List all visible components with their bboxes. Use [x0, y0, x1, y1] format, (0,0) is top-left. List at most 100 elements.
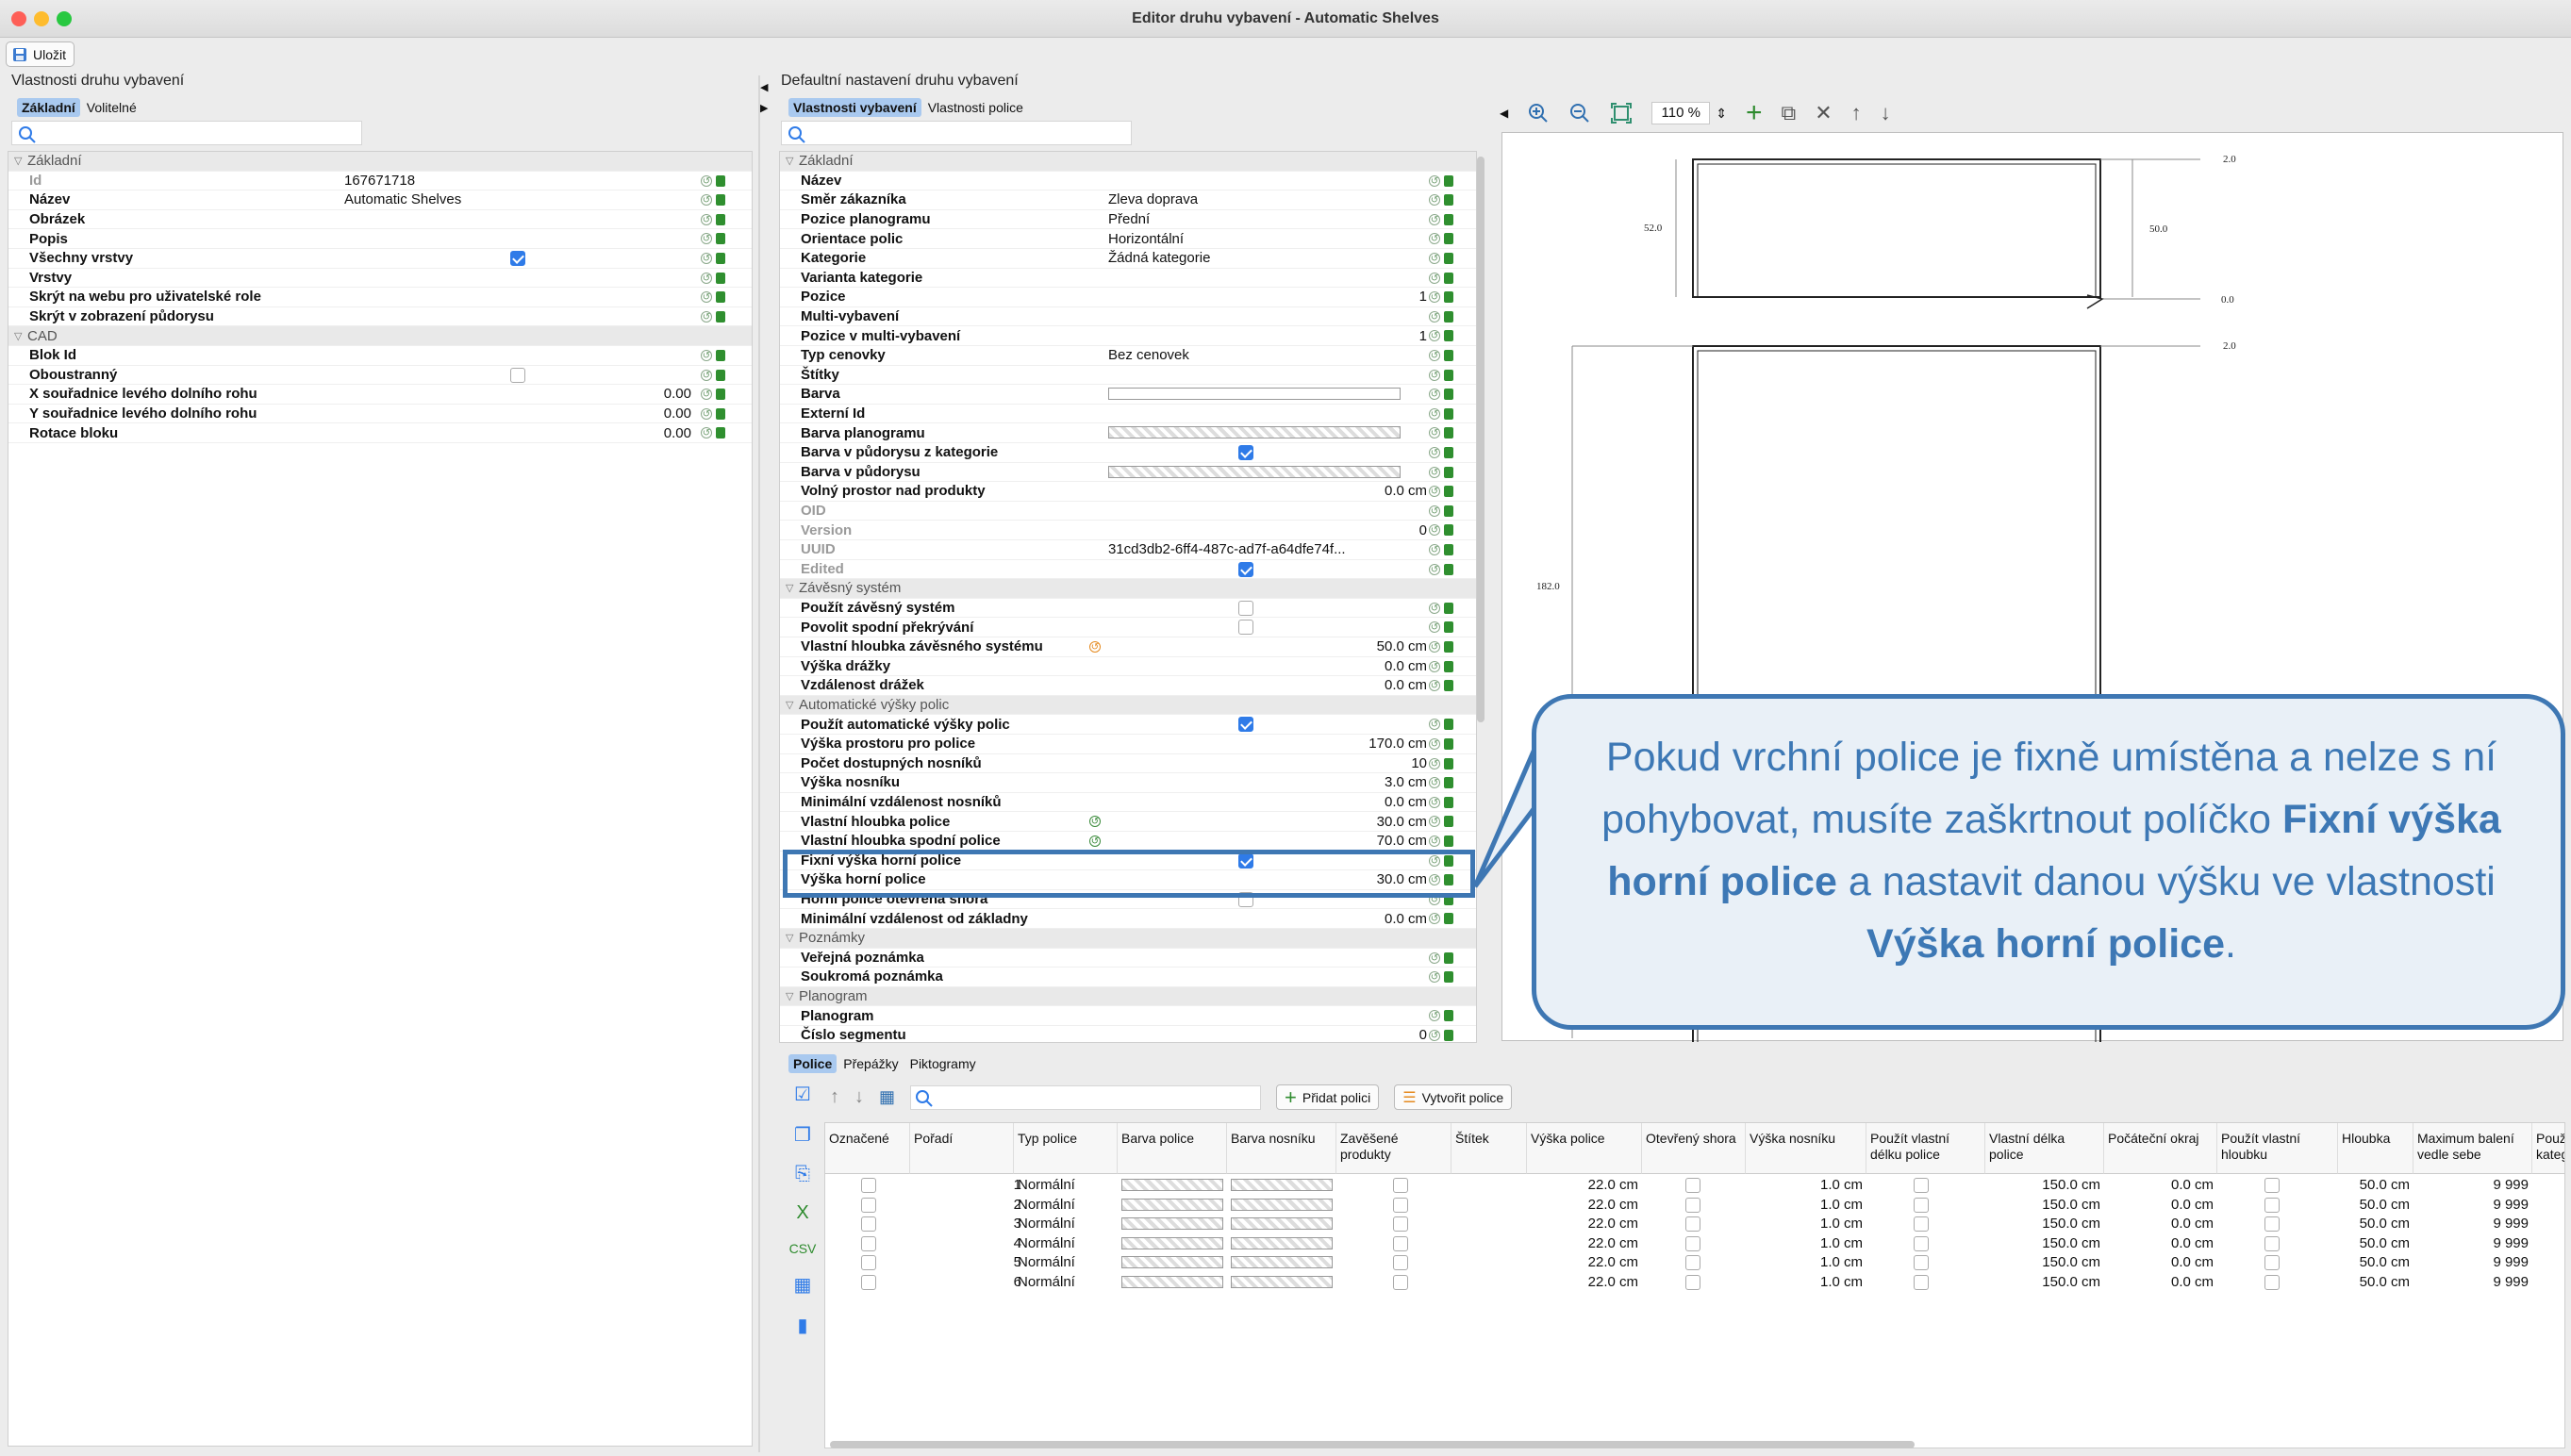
- pin-icon[interactable]: [1444, 971, 1453, 984]
- reset-icon[interactable]: ↺: [1429, 194, 1440, 207]
- property-row[interactable]: Výška nosníku 3.0 cm ↺: [780, 773, 1476, 793]
- column-header[interactable]: Barva police: [1118, 1123, 1227, 1174]
- property-checkbox[interactable]: [1238, 600, 1253, 616]
- paste-icon[interactable]: ⎘: [795, 1164, 810, 1185]
- reset-icon[interactable]: ↺: [1429, 738, 1440, 750]
- pin-icon[interactable]: [1444, 777, 1453, 789]
- chevron-down-icon[interactable]: ▽: [14, 330, 22, 342]
- column-header[interactable]: Výška nosníku: [1746, 1123, 1866, 1174]
- property-checkbox[interactable]: [1238, 620, 1253, 636]
- property-checkbox[interactable]: [1238, 445, 1253, 460]
- tab-vlastnosti-vybaveni[interactable]: Vlastnosti vybavení: [788, 98, 921, 117]
- pin-icon[interactable]: [1444, 486, 1453, 498]
- reset-icon[interactable]: ↺: [1429, 1010, 1440, 1022]
- table-row[interactable]: 6 Normální 22.0 cm 1.0 cm 150.0 cm 0.0 cm 50.0…: [825, 1273, 2564, 1293]
- chevron-down-icon[interactable]: ▽: [786, 699, 793, 711]
- row-checkbox[interactable]: [1685, 1255, 1700, 1271]
- property-row[interactable]: Barva v půdorysu z kategorie ↺: [780, 443, 1476, 463]
- row-checkbox[interactable]: [861, 1197, 876, 1213]
- zoom-out-icon[interactable]: [1568, 102, 1591, 124]
- pin-icon[interactable]: [1444, 621, 1453, 634]
- tab-vlastnosti-police[interactable]: Vlastnosti police: [923, 98, 1028, 117]
- reset-icon[interactable]: ↺: [701, 407, 712, 420]
- pin-icon[interactable]: [1444, 447, 1453, 458]
- add-shelf-button[interactable]: + Přidat polici: [1276, 1084, 1380, 1110]
- color-swatch[interactable]: [1108, 465, 1401, 478]
- property-row[interactable]: Oboustranný ↺: [8, 366, 752, 386]
- table-horizontal-scrollbar[interactable]: [830, 1441, 1915, 1448]
- color-swatch[interactable]: [1231, 1276, 1333, 1288]
- pin-icon[interactable]: [1444, 951, 1453, 964]
- property-row[interactable]: Výška prostoru pro police 170.0 cm ↺: [780, 735, 1476, 754]
- reset-icon[interactable]: ↺: [1429, 310, 1440, 323]
- column-header[interactable]: Štítek: [1451, 1123, 1527, 1174]
- pin-icon[interactable]: [1444, 757, 1453, 769]
- pin-icon[interactable]: [1444, 174, 1453, 187]
- copy-icon[interactable]: ❐: [794, 1123, 811, 1147]
- property-checkbox[interactable]: [1238, 717, 1253, 733]
- reset-icon[interactable]: ↺: [1429, 427, 1440, 439]
- zoom-field[interactable]: 110 %: [1651, 102, 1711, 124]
- reset-icon[interactable]: ↺: [701, 272, 712, 284]
- pin-icon[interactable]: [1444, 836, 1453, 847]
- left-splitter[interactable]: [758, 75, 760, 1452]
- column-header[interactable]: Použít vlastní hloubku: [2217, 1123, 2338, 1174]
- column-header[interactable]: Použ kateg: [2532, 1123, 2564, 1174]
- property-row[interactable]: Version 0 ↺: [780, 521, 1476, 540]
- tab-prepazky[interactable]: Přepážky: [838, 1054, 903, 1073]
- pin-icon[interactable]: [716, 213, 725, 225]
- property-row[interactable]: Pozice 1 ↺: [780, 288, 1476, 307]
- chevron-down-icon[interactable]: ▽: [786, 155, 793, 167]
- row-checkbox[interactable]: [1685, 1197, 1700, 1213]
- property-row[interactable]: Planogram ↺: [780, 1006, 1476, 1026]
- add-icon[interactable]: +: [1746, 97, 1763, 129]
- property-row[interactable]: Štítky ↺: [780, 366, 1476, 386]
- reset-icon[interactable]: ↺: [1429, 660, 1440, 672]
- row-checkbox[interactable]: [861, 1178, 876, 1193]
- property-row[interactable]: Pozice planogramu Přední ↺: [780, 210, 1476, 230]
- color-swatch[interactable]: [1121, 1256, 1223, 1269]
- row-checkbox[interactable]: [2264, 1275, 2280, 1290]
- column-header[interactable]: Vlastní délka police: [1985, 1123, 2104, 1174]
- reset-icon[interactable]: ↺: [1429, 407, 1440, 420]
- color-swatch[interactable]: [1231, 1198, 1333, 1211]
- row-checkbox[interactable]: [861, 1235, 876, 1251]
- pin-icon[interactable]: [716, 194, 725, 207]
- move-down-row-icon[interactable]: ↓: [854, 1086, 864, 1108]
- reset-icon[interactable]: ↺: [1429, 544, 1440, 555]
- pin-icon[interactable]: [1444, 816, 1453, 828]
- fit-to-screen-icon[interactable]: [1610, 102, 1633, 124]
- property-row[interactable]: Použít závěsný systém ↺: [780, 599, 1476, 619]
- property-row[interactable]: Veřejná poznámka ↺: [780, 949, 1476, 968]
- row-checkbox[interactable]: [1393, 1255, 1408, 1271]
- pin-icon[interactable]: [716, 253, 725, 264]
- reset-icon[interactable]: ↺: [1429, 272, 1440, 284]
- pin-icon[interactable]: [1444, 563, 1453, 575]
- property-row[interactable]: OID ↺: [780, 502, 1476, 521]
- property-row[interactable]: Název Automatic Shelves ↺: [8, 190, 752, 210]
- column-header[interactable]: Počáteční okraj: [2104, 1123, 2217, 1174]
- reset-icon[interactable]: ↺: [701, 369, 712, 381]
- reset-icon[interactable]: ↺: [701, 253, 712, 264]
- color-swatch[interactable]: [1121, 1236, 1223, 1249]
- row-checkbox[interactable]: [861, 1255, 876, 1271]
- chevron-down-icon[interactable]: ▽: [786, 932, 793, 944]
- row-checkbox[interactable]: [1393, 1197, 1408, 1213]
- property-row[interactable]: Vrstvy ↺: [8, 269, 752, 289]
- color-swatch[interactable]: [1231, 1217, 1333, 1231]
- collapse-canvas-icon[interactable]: ◀: [1500, 107, 1508, 120]
- pin-icon[interactable]: [1444, 272, 1453, 284]
- pin-icon[interactable]: [1444, 1030, 1453, 1041]
- row-checkbox[interactable]: [861, 1216, 876, 1233]
- pin-icon[interactable]: [1444, 350, 1453, 361]
- pin-icon[interactable]: [1444, 913, 1453, 925]
- property-row[interactable]: Název ↺: [780, 172, 1476, 191]
- delete-icon[interactable]: ✕: [1815, 101, 1832, 125]
- color-swatch[interactable]: [1231, 1236, 1333, 1249]
- property-row[interactable]: Povolit spodní překrývání ↺: [780, 618, 1476, 637]
- collapse-left-icon[interactable]: ◀: [760, 81, 768, 93]
- color-swatch[interactable]: [1231, 1256, 1333, 1269]
- column-header[interactable]: Označené: [825, 1123, 910, 1174]
- property-row[interactable]: Všechny vrstvy ↺: [8, 249, 752, 269]
- move-up-row-icon[interactable]: ↑: [830, 1086, 839, 1108]
